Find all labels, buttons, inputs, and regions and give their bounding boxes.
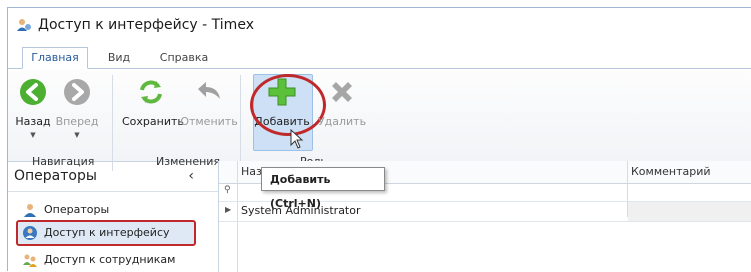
- nav-item-label: Доступ к сотрудникам: [44, 253, 176, 266]
- filter-pin-icon: ⚲: [224, 185, 231, 195]
- cursor-icon: [290, 129, 304, 149]
- back-dropdown-icon[interactable]: ▼: [30, 131, 35, 139]
- row-comment-cell[interactable]: [628, 202, 751, 221]
- undo-button[interactable]: Отменить: [180, 73, 238, 139]
- tab-help[interactable]: Справка: [158, 48, 210, 68]
- tab-view[interactable]: Вид: [104, 48, 134, 68]
- ribbon: Назад ▼ Вперед ▼ Сохранить Отменить Нави…: [8, 69, 751, 171]
- nav-item-employee-access[interactable]: Доступ к сотрудникам: [22, 249, 175, 271]
- delete-button[interactable]: Удалить: [318, 73, 366, 139]
- forward-label: Вперед: [55, 115, 99, 128]
- collapse-chevron-icon[interactable]: ‹: [188, 161, 194, 191]
- app-window: Доступ к интерфейсу - Timex Главная Вид …: [7, 7, 751, 272]
- forward-arrow-icon: [64, 79, 90, 105]
- ribbon-separator: [240, 75, 241, 171]
- save-button[interactable]: Сохранить: [122, 73, 184, 139]
- undo-label: Отменить: [180, 115, 238, 128]
- delete-label: Удалить: [317, 115, 367, 128]
- ribbon-tabs: Главная Вид Справка: [8, 42, 751, 69]
- row-indicator-icon: ▶: [225, 205, 232, 214]
- globe-user-icon: [23, 226, 37, 240]
- app-user-icon: [17, 19, 31, 31]
- user-icon: [24, 204, 36, 217]
- title-bar: Доступ к интерфейсу - Timex: [8, 8, 751, 42]
- delete-x-icon: [332, 82, 352, 102]
- tab-home[interactable]: Главная: [22, 47, 88, 69]
- add-tooltip: Добавить (Ctrl+N): [261, 167, 385, 210]
- nav-item-interface-access[interactable]: Доступ к интерфейсу: [22, 222, 170, 244]
- ribbon-separator: [112, 75, 113, 171]
- save-label: Сохранить: [122, 115, 184, 128]
- left-panel-title: Операторы: [14, 168, 97, 184]
- forward-button[interactable]: Вперед ▼: [56, 73, 98, 139]
- forward-dropdown-icon[interactable]: ▼: [74, 131, 79, 139]
- undo-icon: [198, 82, 220, 99]
- nav-item-operators[interactable]: Операторы: [22, 199, 109, 221]
- left-panel-header: Операторы ‹: [8, 161, 218, 192]
- nav-item-label: Операторы: [44, 203, 110, 216]
- back-button[interactable]: Назад ▼: [12, 73, 54, 139]
- window-title: Доступ к интерфейсу - Timex: [38, 17, 254, 33]
- users-icon: [23, 254, 37, 267]
- back-arrow-icon: [20, 79, 46, 105]
- refresh-icon: [140, 80, 162, 104]
- nav-item-label: Доступ к интерфейсу: [44, 226, 170, 239]
- column-header-comment[interactable]: Комментарий: [627, 161, 751, 183]
